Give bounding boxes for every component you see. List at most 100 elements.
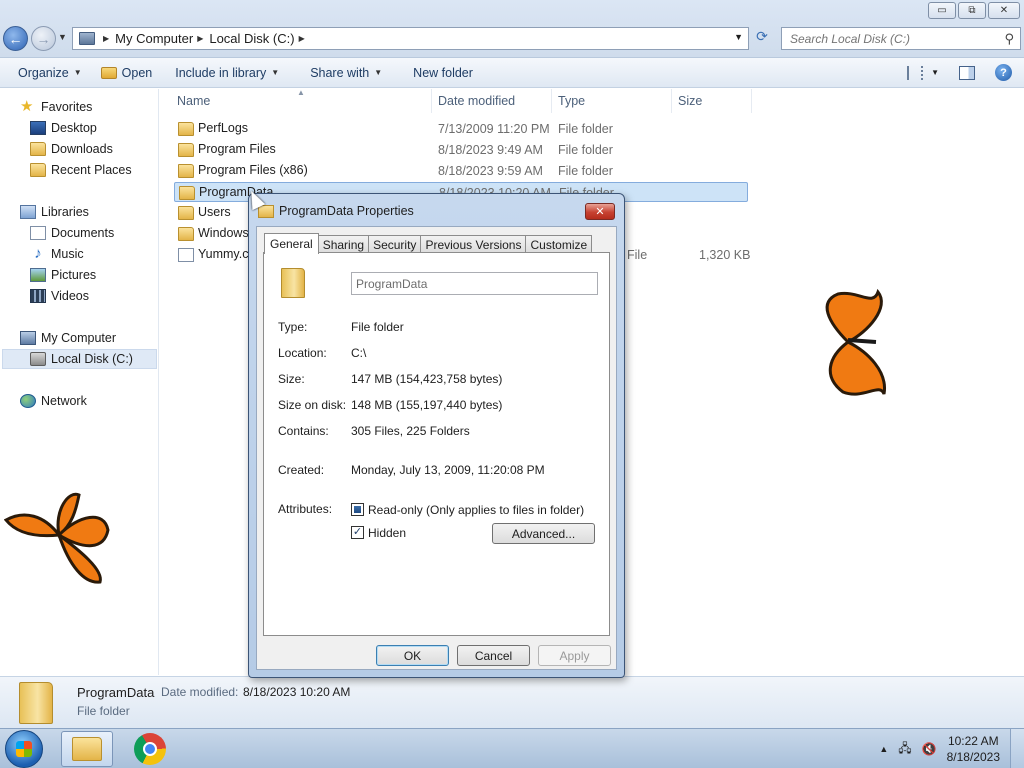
sidebar-item-label: Pictures (51, 268, 97, 282)
windows-logo-icon (16, 741, 32, 757)
search-icon[interactable]: ⚲ (1004, 31, 1014, 47)
folder-name-field[interactable] (351, 272, 598, 295)
details-date-label: Date modified: (161, 685, 239, 699)
sidebar-item-music[interactable]: ♪ Music (30, 244, 83, 264)
general-tab-page: Type: File folder Location: C:\ Size: 14… (263, 252, 610, 636)
file-row[interactable]: Program Files (x86) 8/18/2023 9:59 AM Fi… (174, 161, 748, 181)
help-icon[interactable]: ? (995, 64, 1012, 81)
apply-button[interactable]: Apply (538, 645, 611, 666)
taskbar: ▲ 🖧 🔇 10:22 AM 8/18/2023 (0, 728, 1024, 768)
chevron-right-icon[interactable]: ▶ (103, 34, 109, 43)
share-with-label: Share with (310, 65, 370, 80)
forward-button[interactable]: → (31, 26, 56, 51)
file-size: 1,320 KB (699, 248, 751, 262)
sidebar-item-pictures[interactable]: Pictures (30, 265, 96, 285)
clock-date: 8/18/2023 (946, 750, 1000, 764)
address-bar[interactable]: ▶ My Computer ▶ Local Disk (C:) ▶ ▼ (72, 27, 749, 50)
search-box[interactable]: ⚲ (781, 27, 1021, 50)
window-controls: ▭ ⧉ ✕ (928, 2, 1020, 19)
minimize-button[interactable]: ▭ (928, 2, 956, 19)
taskbar-explorer-button[interactable] (61, 731, 113, 767)
tab-previous-versions[interactable]: Previous Versions (420, 235, 527, 253)
sidebar-item-favorites[interactable]: ★ Favorites (20, 97, 92, 117)
file-name: Program Files (198, 142, 276, 156)
back-button[interactable]: ← (3, 26, 28, 51)
ok-button[interactable]: OK (376, 645, 449, 666)
recent-pages-dropdown-icon[interactable]: ▼ (58, 32, 67, 42)
sidebar-item-recent-places[interactable]: Recent Places (30, 160, 132, 180)
column-header-type[interactable]: Type (552, 89, 672, 113)
search-input[interactable] (790, 31, 990, 46)
breadcrumb-local-disk[interactable]: Local Disk (C:) (209, 31, 294, 46)
organize-menu[interactable]: Organize ▼ (0, 66, 93, 80)
file-row[interactable]: Program Files 8/18/2023 9:49 AM File fol… (174, 140, 748, 160)
tab-security[interactable]: Security (368, 235, 422, 253)
show-hidden-icons-icon[interactable]: ▲ (879, 744, 888, 754)
sidebar-item-desktop[interactable]: Desktop (30, 118, 97, 138)
taskbar-chrome-button[interactable] (134, 733, 166, 765)
sidebar-item-documents[interactable]: Documents (30, 223, 114, 243)
breadcrumb-my-computer[interactable]: My Computer (115, 31, 193, 46)
cancel-button[interactable]: Cancel (457, 645, 530, 666)
preview-pane-icon[interactable] (959, 65, 975, 80)
sidebar-item-label: Documents (51, 226, 115, 240)
sidebar-item-label: Downloads (51, 142, 113, 156)
column-header-name[interactable]: Name ▲ (160, 88, 432, 113)
butterfly-image (4, 492, 110, 584)
folder-icon (178, 206, 194, 220)
size-label: Size: (278, 372, 305, 386)
sidebar-item-local-disk[interactable]: Local Disk (C:) (2, 349, 157, 369)
volume-muted-icon[interactable]: 🔇 (922, 742, 937, 756)
sidebar-item-videos[interactable]: Videos (30, 286, 89, 306)
sidebar-item-network[interactable]: Network (20, 391, 87, 411)
dialog-close-button[interactable]: ✕ (585, 203, 615, 220)
dialog-body: General Sharing Security Previous Versio… (256, 226, 617, 670)
column-header-label: Date modified (438, 94, 516, 108)
chevron-right-icon[interactable]: ▶ (197, 34, 203, 43)
restore-button[interactable]: ⧉ (958, 2, 986, 19)
folder-icon (258, 205, 274, 218)
sidebar-item-my-computer[interactable]: My Computer (20, 328, 116, 348)
readonly-checkbox[interactable] (351, 503, 364, 516)
refresh-icon[interactable]: ⟳ (752, 28, 772, 49)
documents-icon (30, 226, 46, 240)
hard-disk-icon (30, 352, 46, 366)
sidebar-item-downloads[interactable]: Downloads (30, 139, 113, 159)
open-button[interactable]: Open (93, 66, 164, 80)
tab-sharing[interactable]: Sharing (317, 235, 370, 253)
show-desktop-button[interactable] (1010, 729, 1024, 768)
advanced-button[interactable]: Advanced... (492, 523, 595, 544)
sidebar-item-libraries[interactable]: Libraries (20, 202, 89, 222)
open-label: Open (121, 65, 153, 80)
view-list-icon (907, 65, 924, 80)
address-history-dropdown-icon[interactable]: ▼ (734, 32, 743, 42)
hidden-label: Hidden (368, 526, 407, 540)
chevron-right-icon[interactable]: ▶ (299, 34, 305, 43)
details-name: ProgramData (77, 685, 155, 700)
start-button[interactable] (5, 730, 43, 768)
hidden-checkbox[interactable]: ✓ (351, 526, 364, 539)
created-value: Monday, July 13, 2009, 11:20:08 PM (351, 463, 545, 477)
window-chrome: ▭ ⧉ ✕ ← → ▼ ▶ My Computer ▶ Local Disk (… (0, 0, 1024, 58)
videos-icon (30, 289, 46, 303)
file-type: File folder (558, 143, 613, 157)
clock[interactable]: 10:22 AM 8/18/2023 (947, 733, 1000, 765)
file-row[interactable]: PerfLogs 7/13/2009 11:20 PM File folder (174, 119, 748, 139)
recent-places-icon (30, 163, 46, 177)
desktop-icon (30, 121, 46, 135)
tab-general[interactable]: General (264, 233, 319, 254)
network-icon (20, 394, 36, 408)
change-view-button[interactable]: ▼ (907, 65, 939, 80)
close-button[interactable]: ✕ (988, 2, 1020, 19)
share-with-menu[interactable]: Share with ▼ (290, 66, 393, 80)
include-in-library-menu[interactable]: Include in library ▼ (163, 66, 290, 80)
file-type: File folder (558, 164, 613, 178)
butterfly-image (825, 288, 886, 396)
new-folder-button[interactable]: New folder (393, 66, 484, 80)
chevron-down-icon: ▼ (73, 68, 82, 77)
network-status-icon[interactable]: 🖧 (898, 739, 911, 760)
tab-customize[interactable]: Customize (525, 235, 593, 253)
column-header-size[interactable]: Size (672, 89, 752, 113)
music-icon: ♪ (34, 245, 42, 262)
column-header-date-modified[interactable]: Date modified (432, 89, 552, 113)
